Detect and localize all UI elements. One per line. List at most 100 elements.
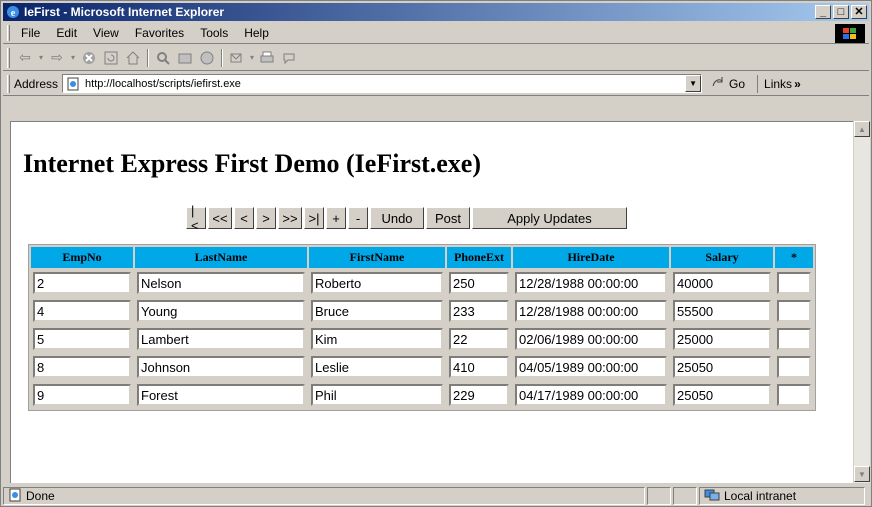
- insert-button[interactable]: +: [326, 207, 346, 229]
- prior-record-button[interactable]: <: [234, 207, 254, 229]
- scroll-down-icon[interactable]: ▼: [854, 466, 870, 482]
- empno-input[interactable]: 8: [33, 356, 131, 378]
- employee-grid: EmpNo LastName FirstName PhoneExt HireDa…: [28, 244, 816, 411]
- phoneext-input[interactable]: 233: [449, 300, 509, 322]
- svg-text:e: e: [11, 8, 16, 19]
- firstname-input[interactable]: Kim: [311, 328, 443, 350]
- salary-input[interactable]: 40000: [673, 272, 771, 294]
- salary-input[interactable]: 25050: [673, 384, 771, 406]
- delete-button[interactable]: -: [348, 207, 368, 229]
- phoneext-input[interactable]: 22: [449, 328, 509, 350]
- stop-icon[interactable]: [78, 48, 100, 68]
- column-header-empno: EmpNo: [31, 247, 133, 268]
- scroll-up-icon[interactable]: ▲: [854, 121, 870, 137]
- ie-window: e IeFirst - Microsoft Internet Explorer …: [0, 0, 872, 507]
- table-row: 5 Lambert Kim 22 02/06/1989 00:00:00 250…: [31, 326, 813, 352]
- salary-input[interactable]: 55500: [673, 300, 771, 322]
- lastname-input[interactable]: Forest: [137, 384, 305, 406]
- back-dropdown-icon[interactable]: ▾: [36, 48, 46, 68]
- last-record-button[interactable]: >|: [304, 207, 324, 229]
- phoneext-input[interactable]: 410: [449, 356, 509, 378]
- chevron-right-icon: »: [794, 76, 801, 91]
- go-button[interactable]: Go: [712, 76, 745, 91]
- forward-icon[interactable]: ⇨: [46, 48, 68, 68]
- phoneext-input[interactable]: 229: [449, 384, 509, 406]
- phoneext-input[interactable]: 250: [449, 272, 509, 294]
- status-text-pane: Done: [3, 487, 645, 505]
- menu-edit[interactable]: Edit: [48, 26, 85, 40]
- minimize-button[interactable]: _: [815, 5, 831, 19]
- firstname-input[interactable]: Roberto: [311, 272, 443, 294]
- zone-text: Local intranet: [724, 489, 797, 503]
- title-bar[interactable]: e IeFirst - Microsoft Internet Explorer …: [3, 3, 869, 21]
- search-icon[interactable]: [152, 48, 174, 68]
- status-progress-pane: [647, 487, 671, 505]
- firstname-input[interactable]: Bruce: [311, 300, 443, 322]
- empno-input[interactable]: 5: [33, 328, 131, 350]
- menubar-grip[interactable]: [7, 25, 10, 41]
- hiredate-input[interactable]: 04/17/1989 00:00:00: [515, 384, 667, 406]
- links-button[interactable]: Links »: [757, 74, 801, 93]
- select-input[interactable]: [777, 356, 811, 378]
- salary-input[interactable]: 25050: [673, 356, 771, 378]
- next-page-button[interactable]: >>: [278, 207, 302, 229]
- select-input[interactable]: [777, 328, 811, 350]
- print-icon[interactable]: [256, 48, 278, 68]
- select-input[interactable]: [777, 272, 811, 294]
- hiredate-input[interactable]: 04/05/1989 00:00:00: [515, 356, 667, 378]
- menu-favorites[interactable]: Favorites: [127, 26, 192, 40]
- salary-input[interactable]: 25000: [673, 328, 771, 350]
- lastname-input[interactable]: Young: [137, 300, 305, 322]
- mail-dropdown-icon[interactable]: ▾: [248, 48, 256, 68]
- lastname-input[interactable]: Johnson: [137, 356, 305, 378]
- post-button[interactable]: Post: [426, 207, 470, 229]
- address-input[interactable]: http://localhost/scripts/iefirst.exe ▼: [62, 74, 703, 93]
- favorites-icon[interactable]: [174, 48, 196, 68]
- menu-view[interactable]: View: [85, 26, 127, 40]
- empno-input[interactable]: 2: [33, 272, 131, 294]
- back-icon[interactable]: ⇦: [14, 48, 36, 68]
- ie-logo-icon: e: [5, 4, 21, 20]
- mail-icon[interactable]: [226, 48, 248, 68]
- home-icon[interactable]: [122, 48, 144, 68]
- toolbar-separator: [147, 48, 149, 67]
- page-icon: [65, 77, 81, 91]
- close-button[interactable]: ✕: [851, 5, 867, 19]
- addressbar-grip[interactable]: [7, 74, 10, 93]
- empno-input[interactable]: 4: [33, 300, 131, 322]
- column-header-salary: Salary: [671, 247, 773, 268]
- firstname-input[interactable]: Leslie: [311, 356, 443, 378]
- discuss-icon[interactable]: [278, 48, 300, 68]
- select-input[interactable]: [777, 384, 811, 406]
- undo-button[interactable]: Undo: [370, 207, 424, 229]
- vertical-scrollbar[interactable]: ▲ ▼: [854, 121, 870, 483]
- next-record-button[interactable]: >: [256, 207, 276, 229]
- refresh-icon[interactable]: [100, 48, 122, 68]
- address-dropdown-icon[interactable]: ▼: [685, 75, 702, 92]
- go-label: Go: [729, 76, 746, 91]
- history-icon[interactable]: [196, 48, 218, 68]
- toolbar-grip[interactable]: [7, 47, 10, 68]
- empno-input[interactable]: 9: [33, 384, 131, 406]
- done-page-icon: [8, 488, 22, 505]
- menu-help[interactable]: Help: [236, 26, 277, 40]
- hiredate-input[interactable]: 12/28/1988 00:00:00: [515, 300, 667, 322]
- toolbar-separator: [221, 48, 223, 67]
- menu-tools[interactable]: Tools: [192, 26, 236, 40]
- column-header-select: *: [775, 247, 813, 268]
- hiredate-input[interactable]: 02/06/1989 00:00:00: [515, 328, 667, 350]
- prior-page-button[interactable]: <<: [208, 207, 232, 229]
- firstname-input[interactable]: Phil: [311, 384, 443, 406]
- menu-file[interactable]: File: [13, 26, 48, 40]
- table-row: 2 Nelson Roberto 250 12/28/1988 00:00:00…: [31, 270, 813, 296]
- windows-logo-icon: [835, 24, 865, 43]
- forward-dropdown-icon[interactable]: ▾: [68, 48, 78, 68]
- maximize-button[interactable]: □: [833, 5, 849, 19]
- address-bar: Address http://localhost/scripts/iefirst…: [3, 72, 869, 96]
- apply-updates-button[interactable]: Apply Updates: [472, 207, 627, 229]
- hiredate-input[interactable]: 12/28/1988 00:00:00: [515, 272, 667, 294]
- first-record-button[interactable]: |<: [186, 203, 206, 233]
- lastname-input[interactable]: Lambert: [137, 328, 305, 350]
- lastname-input[interactable]: Nelson: [137, 272, 305, 294]
- select-input[interactable]: [777, 300, 811, 322]
